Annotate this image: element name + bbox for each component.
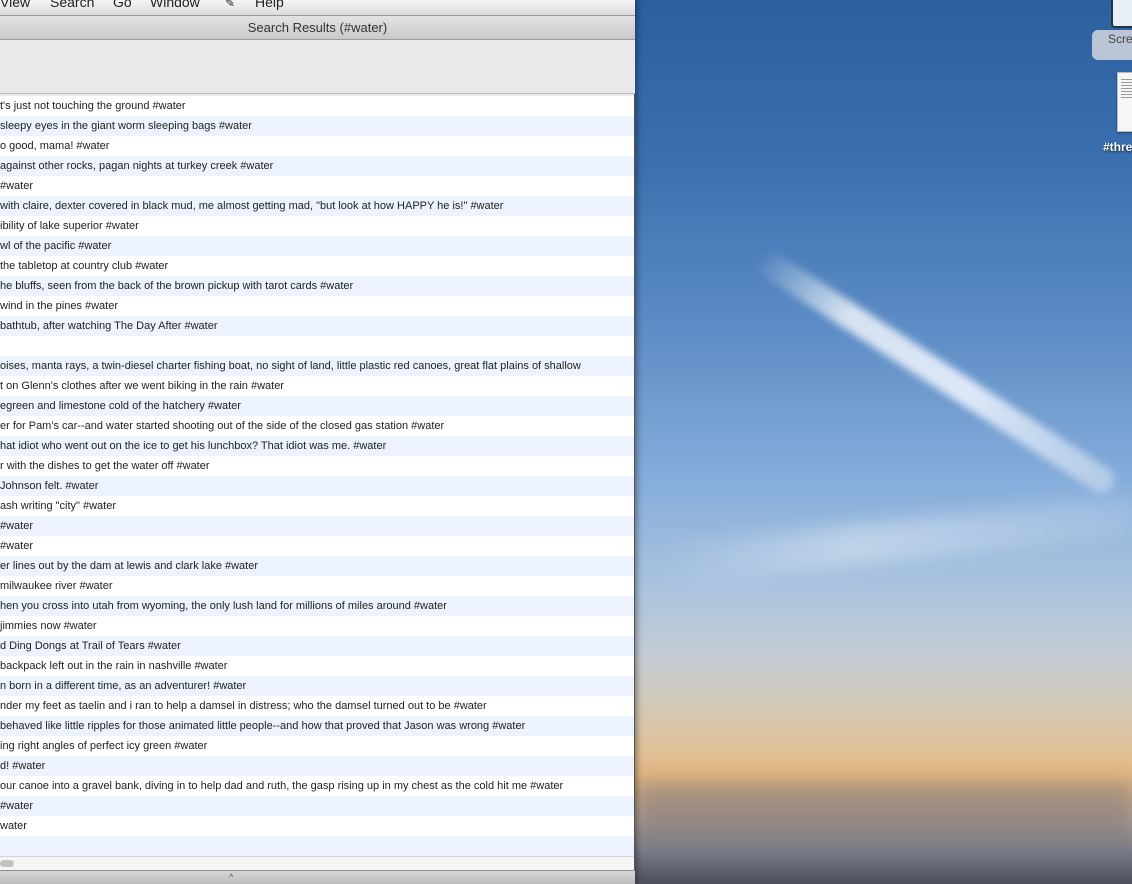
result-row[interactable]: behaved like little ripples for those an… [0, 716, 634, 736]
result-row[interactable]: jimmies now #water [0, 616, 634, 636]
desktop-document-label[interactable]: #thre - Ce [1103, 140, 1132, 154]
result-row[interactable]: sleepy eyes in the giant worm sleeping b… [0, 116, 634, 136]
result-row[interactable]: oises, manta rays, a twin-diesel charter… [0, 356, 634, 376]
resize-caret-icon[interactable]: ^ [229, 872, 233, 882]
window-title: Search Results (#water) [0, 16, 635, 40]
result-row[interactable]: Johnson felt. #water [0, 476, 634, 496]
result-row[interactable]: wind in the pines #water [0, 296, 634, 316]
menu-help[interactable]: Help [255, 0, 284, 10]
result-row[interactable]: er lines out by the dam at lewis and cla… [0, 556, 634, 576]
result-row[interactable]: #water [0, 516, 634, 536]
window-toolbar [0, 40, 635, 94]
result-row[interactable]: #water [0, 176, 634, 196]
desktop-screenshot-label[interactable]: Scre 2013 [1092, 30, 1132, 60]
horizon-clouds [636, 780, 1132, 840]
status-bar: ^ [0, 870, 635, 884]
results-list[interactable]: t's just not touching the ground #water s… [0, 96, 634, 856]
menu-go[interactable]: Go [113, 0, 132, 10]
desktop-document-icon[interactable] [1117, 72, 1132, 132]
result-row[interactable]: the tabletop at country club #water [0, 256, 634, 276]
horizontal-scrollbar[interactable] [0, 856, 634, 870]
result-row[interactable]: bathtub, after watching The Day After #w… [0, 316, 634, 336]
sky-cloud [659, 495, 1132, 585]
menu-window[interactable]: Window [150, 0, 200, 10]
result-row[interactable]: o good, mama! #water [0, 136, 634, 156]
result-row[interactable]: he bluffs, seen from the back of the bro… [0, 276, 634, 296]
document-lines-icon [1121, 79, 1132, 99]
result-row[interactable]: ing right angles of perfect icy green #w… [0, 736, 634, 756]
result-row[interactable]: t on Glenn's clothes after we went bikin… [0, 376, 634, 396]
result-row[interactable]: hat idiot who went out on the ice to get… [0, 436, 634, 456]
result-row[interactable] [0, 336, 634, 356]
result-row[interactable] [0, 836, 634, 856]
script-menu-icon[interactable]: ✎ [225, 0, 235, 10]
result-row[interactable]: egreen and limestone cold of the hatcher… [0, 396, 634, 416]
result-row[interactable]: backpack left out in the rain in nashvil… [0, 656, 634, 676]
result-row[interactable]: #water [0, 536, 634, 556]
result-row[interactable]: n born in a different time, as an advent… [0, 676, 634, 696]
result-row[interactable]: our canoe into a gravel bank, diving in … [0, 776, 634, 796]
scrollbar-thumb[interactable] [0, 860, 14, 867]
result-row[interactable]: wl of the pacific #water [0, 236, 634, 256]
result-row[interactable]: against other rocks, pagan nights at tur… [0, 156, 634, 176]
menu-search[interactable]: Search [50, 0, 94, 10]
menu-bar: View Search Go Window ✎ Help [0, 0, 635, 16]
search-results-window: View Search Go Window ✎ Help Search Resu… [0, 0, 635, 884]
sky-contrail [752, 247, 1120, 498]
result-row[interactable]: milwaukee river #water [0, 576, 634, 596]
result-row[interactable]: t's just not touching the ground #water [0, 96, 634, 116]
result-row[interactable]: with claire, dexter covered in black mud… [0, 196, 634, 216]
result-row[interactable]: r with the dishes to get the water off #… [0, 456, 634, 476]
desktop-screenshot-icon[interactable] [1111, 0, 1132, 28]
result-row[interactable]: #water [0, 796, 634, 816]
menu-view[interactable]: View [0, 0, 30, 10]
result-row[interactable]: hen you cross into utah from wyoming, th… [0, 596, 634, 616]
result-row[interactable]: d! #water [0, 756, 634, 776]
result-row[interactable]: nder my feet as taelin and i ran to help… [0, 696, 634, 716]
result-row[interactable]: ibility of lake superior #water [0, 216, 634, 236]
result-row[interactable]: d Ding Dongs at Trail of Tears #water [0, 636, 634, 656]
result-row[interactable]: ash writing "city" #water [0, 496, 634, 516]
result-row[interactable]: water [0, 816, 634, 836]
result-row[interactable]: er for Pam's car--and water started shoo… [0, 416, 634, 436]
